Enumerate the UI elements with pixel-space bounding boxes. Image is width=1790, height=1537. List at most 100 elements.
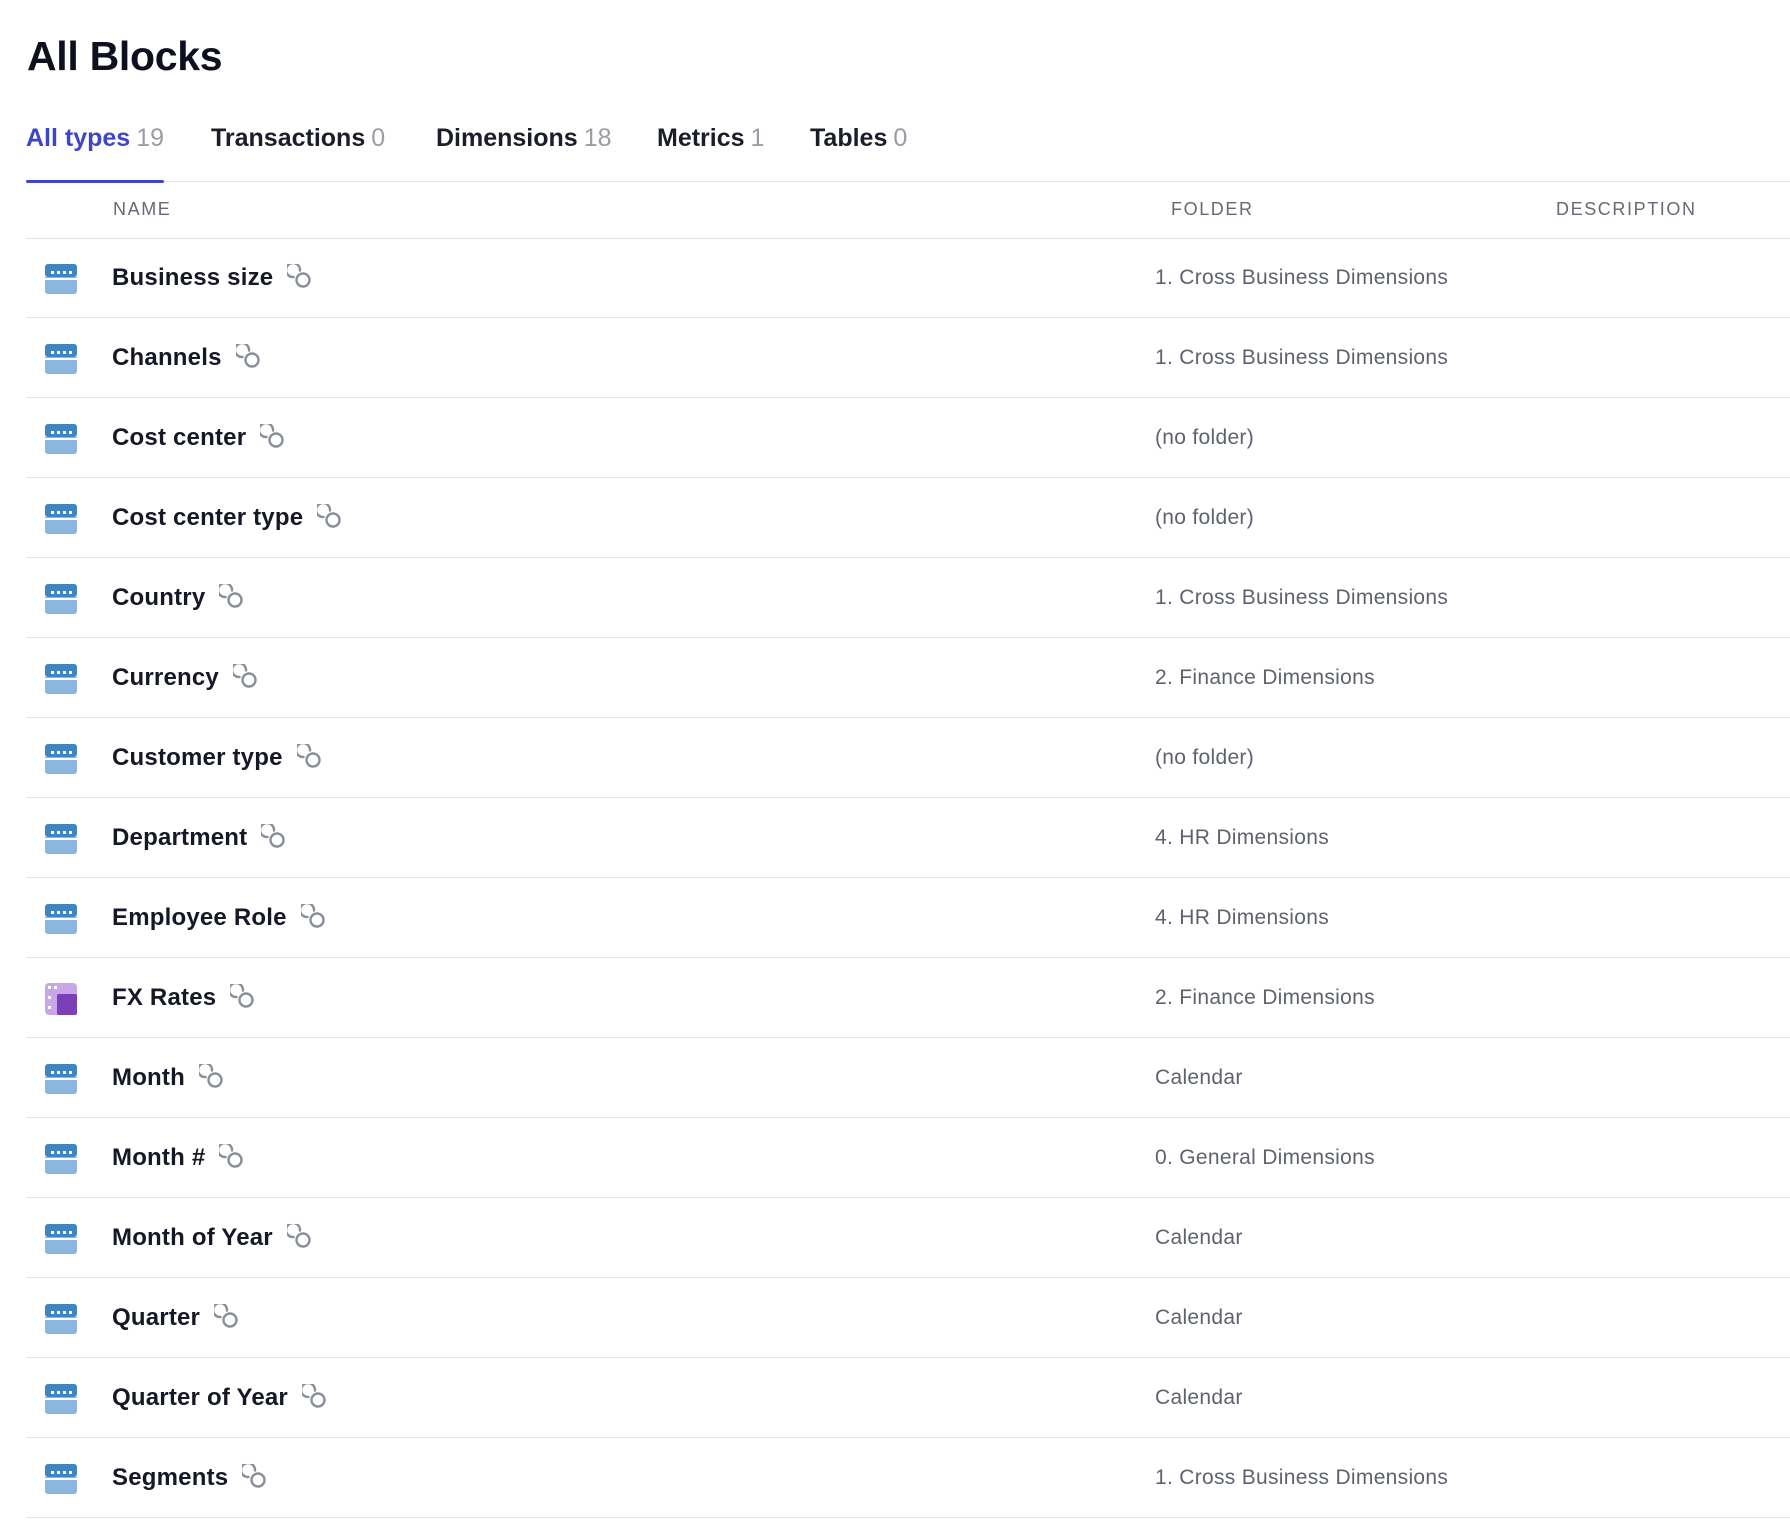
name-cell: Employee Role <box>112 878 329 957</box>
name-cell: Department <box>112 798 289 877</box>
table-row[interactable]: Employee Role 4. HR Dimensions <box>26 878 1790 958</box>
table-row[interactable]: Country 1. Cross Business Dimensions <box>26 558 1790 638</box>
linked-block-icon <box>217 581 247 612</box>
tab-tables[interactable]: Tables 0 <box>810 122 907 181</box>
folder-cell: Calendar <box>1155 1306 1243 1329</box>
name-cell: Quarter of Year <box>112 1358 330 1437</box>
tab-label: Dimensions <box>436 124 578 152</box>
folder-cell: Calendar <box>1155 1386 1243 1409</box>
tab-count: 1 <box>750 124 765 152</box>
folder-cell: Calendar <box>1155 1226 1243 1249</box>
name-cell: Segments <box>112 1438 270 1517</box>
linked-block-icon <box>240 1461 270 1492</box>
block-name[interactable]: Cost center <box>112 424 246 452</box>
dimension-icon <box>44 582 78 616</box>
name-cell: Month # <box>112 1118 247 1197</box>
dimension-icon <box>44 1222 78 1256</box>
dimension-icon <box>44 1462 78 1496</box>
block-name[interactable]: Employee Role <box>112 904 287 932</box>
table-row[interactable]: FX Rates 2. Finance Dimensions <box>26 958 1790 1038</box>
block-name[interactable]: Business size <box>112 264 273 292</box>
type-tabs: All types 19 Transactions 0 Dimensions 18 M… <box>26 110 1790 183</box>
table-row[interactable]: Customer type (no folder) <box>26 718 1790 798</box>
name-cell: Channels <box>112 318 264 397</box>
blocks-table-body: Business size 1. Cross Business Dimensio… <box>26 238 1790 1518</box>
dimension-icon <box>44 662 78 696</box>
folder-cell: 1. Cross Business Dimensions <box>1155 266 1449 289</box>
table-row[interactable]: Cost center (no folder) <box>26 398 1790 478</box>
block-name[interactable]: Channels <box>112 344 222 372</box>
column-header-folder[interactable]: FOLDER <box>1171 197 1254 221</box>
dimension-icon <box>44 342 78 376</box>
table-row[interactable]: Month # 0. General Dimensions <box>26 1118 1790 1198</box>
dimension-icon <box>44 902 78 936</box>
block-name[interactable]: Currency <box>112 664 219 692</box>
tab-transactions[interactable]: Transactions 0 <box>211 122 385 181</box>
table-row[interactable]: Month Calendar <box>26 1038 1790 1118</box>
column-header-name[interactable]: NAME <box>113 197 171 221</box>
metric-icon <box>44 982 78 1016</box>
dimension-icon <box>44 502 78 536</box>
folder-cell: (no folder) <box>1155 426 1255 449</box>
block-name[interactable]: Customer type <box>112 744 283 772</box>
linked-block-icon <box>259 821 289 852</box>
folder-cell: Calendar <box>1155 1066 1243 1089</box>
block-name[interactable]: Quarter <box>112 1304 200 1332</box>
column-header-description[interactable]: DESCRIPTION <box>1556 197 1697 221</box>
tab-label: Tables <box>810 124 888 152</box>
table-row[interactable]: Channels 1. Cross Business Dimensions <box>26 318 1790 398</box>
folder-cell: 2. Finance Dimensions <box>1155 666 1375 689</box>
dimension-icon <box>44 822 78 856</box>
table-row[interactable]: Currency 2. Finance Dimensions <box>26 638 1790 718</box>
linked-block-icon <box>299 1381 330 1412</box>
name-cell: Currency <box>112 638 261 717</box>
dimension-icon <box>44 422 78 456</box>
linked-block-icon <box>230 661 261 692</box>
tab-label: All types <box>26 124 131 152</box>
block-name[interactable]: FX Rates <box>112 984 216 1012</box>
dimension-icon <box>44 1302 78 1336</box>
name-cell: Month <box>112 1038 227 1117</box>
table-row[interactable]: Cost center type (no folder) <box>26 478 1790 558</box>
dimension-icon <box>44 1382 78 1416</box>
folder-cell: 0. General Dimensions <box>1155 1146 1375 1169</box>
folder-cell: 4. HR Dimensions <box>1155 906 1330 929</box>
name-cell: Quarter <box>112 1278 242 1357</box>
tab-label: Transactions <box>211 124 366 152</box>
block-name[interactable]: Cost center type <box>112 504 303 532</box>
tab-count: 0 <box>893 124 908 152</box>
folder-cell: 1. Cross Business Dimensions <box>1155 346 1449 369</box>
folder-cell: (no folder) <box>1155 506 1255 529</box>
block-name[interactable]: Month of Year <box>112 1224 273 1252</box>
tab-count: 0 <box>371 124 386 152</box>
table-row[interactable]: Segments 1. Cross Business Dimensions <box>26 1438 1790 1518</box>
folder-cell: (no folder) <box>1155 746 1255 769</box>
linked-block-icon <box>294 741 325 772</box>
block-name[interactable]: Segments <box>112 1464 228 1492</box>
table-row[interactable]: Month of Year Calendar <box>26 1198 1790 1278</box>
dimension-icon <box>44 1062 78 1096</box>
tab-metrics[interactable]: Metrics 1 <box>657 122 764 181</box>
block-name[interactable]: Quarter of Year <box>112 1384 288 1412</box>
linked-block-icon <box>298 901 329 932</box>
tab-count: 18 <box>583 124 612 152</box>
tab-all-types[interactable]: All types 19 <box>26 122 165 183</box>
table-row[interactable]: Quarter Calendar <box>26 1278 1790 1358</box>
folder-cell: 4. HR Dimensions <box>1155 826 1330 849</box>
tab-dimensions[interactable]: Dimensions 18 <box>436 122 612 181</box>
linked-block-icon <box>258 421 288 452</box>
block-name[interactable]: Month <box>112 1064 185 1092</box>
block-name[interactable]: Country <box>112 584 205 612</box>
dimension-icon <box>44 262 78 296</box>
name-cell: Country <box>112 558 247 637</box>
dimension-icon <box>44 742 78 776</box>
dimension-icon <box>44 1142 78 1176</box>
table-row[interactable]: Business size 1. Cross Business Dimensio… <box>26 238 1790 318</box>
table-row[interactable]: Department 4. HR Dimensions <box>26 798 1790 878</box>
name-cell: Business size <box>112 238 315 317</box>
block-name[interactable]: Department <box>112 824 247 852</box>
table-row[interactable]: Quarter of Year Calendar <box>26 1358 1790 1438</box>
linked-block-icon <box>211 1301 242 1332</box>
name-cell: Cost center <box>112 398 288 477</box>
block-name[interactable]: Month # <box>112 1144 205 1172</box>
